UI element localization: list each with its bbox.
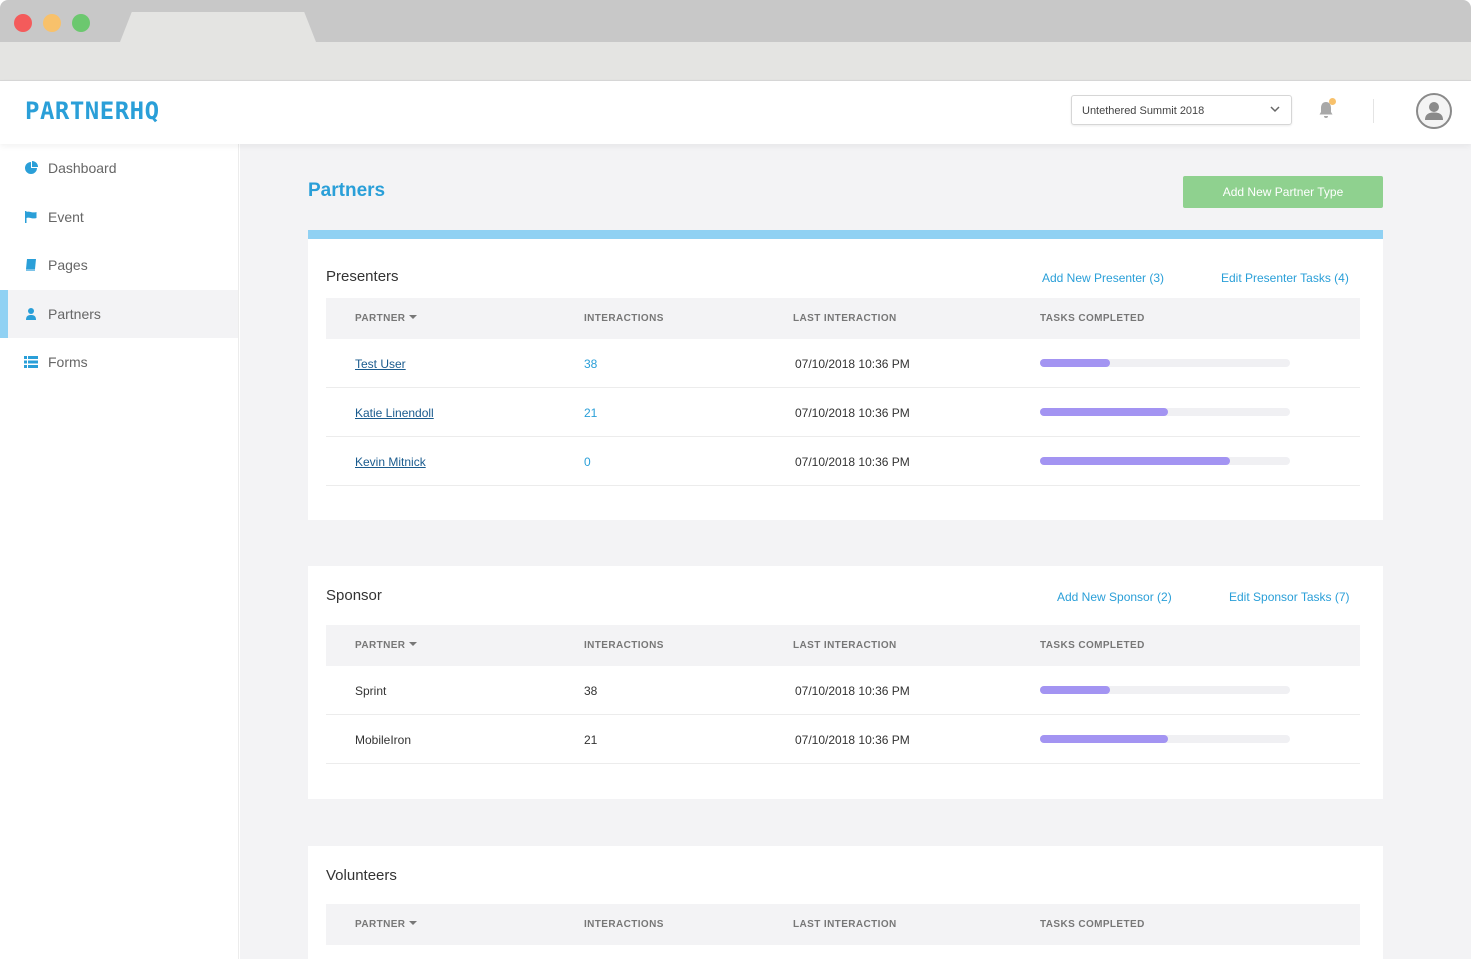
caret-down-icon (409, 315, 418, 319)
event-select-value: Untethered Summit 2018 (1082, 105, 1205, 117)
last-interaction: 07/10/2018 10:36 PM (795, 357, 910, 371)
close-window-button[interactable] (14, 14, 32, 32)
last-interaction: 07/10/2018 10:36 PM (795, 733, 910, 747)
column-header-partner[interactable]: PARTNER (355, 640, 418, 651)
interactions-count[interactable]: 0 (584, 455, 591, 469)
tasks-progress-bar (1040, 457, 1290, 465)
header-divider (1373, 99, 1374, 123)
event-select[interactable]: Untethered Summit 2018 (1071, 95, 1292, 125)
sidebar-item-label: Forms (48, 354, 88, 371)
table-row: Katie Linendoll 21 07/10/2018 10:36 PM (326, 388, 1360, 437)
interactions-count[interactable]: 21 (584, 406, 597, 420)
section-title: Volunteers (326, 867, 397, 884)
flag-icon (25, 210, 37, 223)
interactions-count: 21 (584, 733, 598, 747)
table-row: MobileIron 21 07/10/2018 10:36 PM (326, 715, 1360, 764)
partner-name: Sprint (355, 684, 387, 698)
partner-link[interactable]: Katie Linendoll (355, 406, 434, 420)
page-title: Partners (308, 180, 386, 201)
tasks-progress-fill (1040, 408, 1168, 416)
tasks-progress-fill (1040, 457, 1230, 465)
caret-down-icon (409, 921, 418, 925)
tasks-progress-bar (1040, 686, 1290, 694)
last-interaction: 07/10/2018 10:36 PM (795, 455, 910, 469)
volunteers-card: Volunteers PARTNER INTERACTIONS LAST INT… (308, 846, 1383, 959)
partner-name: MobileIron (355, 733, 412, 747)
user-icon (26, 307, 36, 320)
table-row: Sprint 38 07/10/2018 10:36 PM (326, 666, 1360, 715)
user-avatar-icon (1425, 102, 1443, 120)
column-header-partner[interactable]: PARTNER (355, 919, 418, 930)
book-icon (26, 259, 36, 271)
partner-link[interactable]: Test User (355, 357, 406, 371)
main-content: Partners Add New Partner Type Presenters… (240, 144, 1471, 959)
sidebar-item-dashboard[interactable]: Dashboard (0, 144, 238, 193)
add-sponsor-link[interactable]: Add New Sponsor (2) (1057, 590, 1172, 604)
sidebar-item-partners[interactable]: Partners (0, 289, 238, 338)
column-header-interactions: INTERACTIONS (584, 919, 664, 930)
edit-sponsor-tasks-link[interactable]: Edit Sponsor Tasks (7) (1229, 590, 1350, 604)
last-interaction: 07/10/2018 10:36 PM (795, 406, 910, 420)
browser-titlebar (0, 0, 1471, 42)
notification-badge (1329, 98, 1336, 105)
tasks-progress-bar (1040, 408, 1290, 416)
section-title: Sponsor (326, 587, 382, 604)
partner-link[interactable]: Kevin Mitnick (355, 455, 426, 469)
tasks-progress-fill (1040, 359, 1110, 367)
sidebar-item-label: Dashboard (48, 160, 117, 177)
interactions-count[interactable]: 38 (584, 357, 597, 371)
table-row: Kevin Mitnick 0 07/10/2018 10:36 PM (326, 437, 1360, 486)
sidebar-item-label: Partners (48, 305, 101, 322)
edit-presenter-tasks-link[interactable]: Edit Presenter Tasks (4) (1221, 271, 1349, 285)
logo[interactable]: PARTNERHQ (25, 97, 160, 125)
sponsor-card: Sponsor Add New Sponsor (2) Edit Sponsor… (308, 566, 1383, 799)
app-header: PARTNERHQ Untethered Summit 2018 (0, 81, 1471, 144)
tasks-progress-bar (1040, 735, 1290, 743)
column-header-last-interaction: LAST INTERACTION (793, 313, 897, 324)
sidebar-item-event[interactable]: Event (0, 193, 238, 242)
tasks-progress-bar (1040, 359, 1290, 367)
table-header: PARTNER INTERACTIONS LAST INTERACTION TA… (326, 904, 1360, 945)
table-header: PARTNER INTERACTIONS LAST INTERACTION TA… (326, 298, 1360, 339)
sidebar-item-forms[interactable]: Forms (0, 338, 238, 387)
browser-toolbar (0, 42, 1471, 81)
column-header-tasks-completed: TASKS COMPLETED (1040, 919, 1145, 930)
avatar[interactable] (1416, 93, 1452, 129)
add-partner-type-button[interactable]: Add New Partner Type (1183, 176, 1383, 208)
add-presenter-link[interactable]: Add New Presenter (3) (1042, 271, 1164, 285)
caret-down-icon (409, 642, 418, 646)
column-header-partner[interactable]: PARTNER (355, 313, 418, 324)
column-header-last-interaction: LAST INTERACTION (793, 640, 897, 651)
sidebar: Dashboard Event Pages Partners Forms (0, 144, 239, 959)
list-icon (24, 356, 38, 368)
column-header-interactions: INTERACTIONS (584, 640, 664, 651)
sidebar-item-label: Event (48, 208, 84, 225)
column-header-tasks-completed: TASKS COMPLETED (1040, 640, 1145, 651)
tasks-progress-fill (1040, 735, 1168, 743)
tasks-progress-fill (1040, 686, 1110, 694)
section-title: Presenters (326, 268, 399, 285)
column-header-interactions: INTERACTIONS (584, 313, 664, 324)
sidebar-item-pages[interactable]: Pages (0, 241, 238, 290)
last-interaction: 07/10/2018 10:36 PM (795, 684, 910, 698)
presenters-card: Presenters Add New Presenter (3) Edit Pr… (308, 230, 1383, 520)
chevron-down-icon (1270, 106, 1280, 113)
table-row: Test User 38 07/10/2018 10:36 PM (326, 339, 1360, 388)
table-header: PARTNER INTERACTIONS LAST INTERACTION TA… (326, 625, 1360, 666)
browser-tab[interactable] (120, 12, 316, 42)
minimize-window-button[interactable] (43, 14, 61, 32)
column-header-tasks-completed: TASKS COMPLETED (1040, 313, 1145, 324)
column-header-last-interaction: LAST INTERACTION (793, 919, 897, 930)
sidebar-item-label: Pages (48, 257, 88, 274)
pie-chart-icon (25, 161, 38, 174)
maximize-window-button[interactable] (72, 14, 90, 32)
interactions-count: 38 (584, 684, 598, 698)
